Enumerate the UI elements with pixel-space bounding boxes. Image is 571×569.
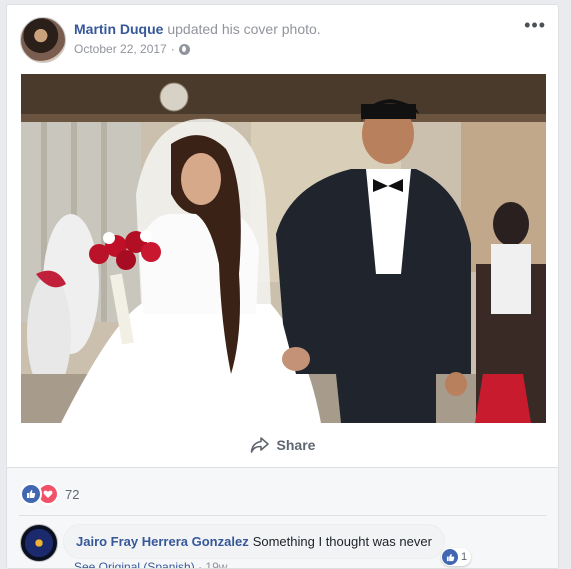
- author-name[interactable]: Martin Duque: [74, 21, 163, 37]
- globe-icon[interactable]: [178, 43, 190, 55]
- comment-meta: See Original (Spanish) · 19w: [74, 560, 227, 569]
- post-card: Martin Duque updated his cover photo. Oc…: [6, 4, 559, 569]
- commenter-avatar[interactable]: [20, 524, 58, 562]
- see-original-link[interactable]: See Original (Spanish): [74, 560, 195, 568]
- post-date[interactable]: October 22, 2017: [74, 42, 167, 56]
- comment-bubble: Jairo Fray Herrera Gonzalez Something I …: [63, 524, 445, 559]
- author-avatar[interactable]: [20, 17, 66, 63]
- action-bar: Share: [7, 423, 558, 467]
- comment-age[interactable]: 19w: [205, 560, 227, 568]
- share-button[interactable]: Share: [250, 436, 316, 454]
- reaction-count: 72: [65, 486, 80, 502]
- like-icon: [442, 549, 458, 565]
- comment-like-count: 1: [461, 551, 468, 563]
- reactions-summary[interactable]: 72: [20, 483, 79, 505]
- comment-like-badge[interactable]: 1: [441, 548, 472, 566]
- post-header: Martin Duque updated his cover photo.: [74, 21, 321, 37]
- comment-text: Something I thought was never: [252, 534, 432, 549]
- comment-author[interactable]: Jairo Fray Herrera Gonzalez: [76, 534, 249, 549]
- footer-divider: [19, 515, 546, 516]
- wedding-photo-illustration: [21, 74, 546, 423]
- comment-meta-separator: ·: [198, 560, 203, 569]
- share-label: Share: [276, 437, 316, 453]
- post-action-text: updated his cover photo.: [167, 21, 321, 37]
- post-meta: October 22, 2017 ·: [74, 42, 190, 56]
- cover-photo[interactable]: [21, 74, 546, 423]
- share-arrow-icon: [250, 437, 269, 453]
- like-reaction-icon: [20, 483, 42, 505]
- post-footer: 72 Jairo Fray Herrera Gonzalez Something…: [7, 467, 558, 569]
- meta-separator: ·: [170, 42, 175, 56]
- ellipsis-icon[interactable]: •••: [524, 15, 546, 36]
